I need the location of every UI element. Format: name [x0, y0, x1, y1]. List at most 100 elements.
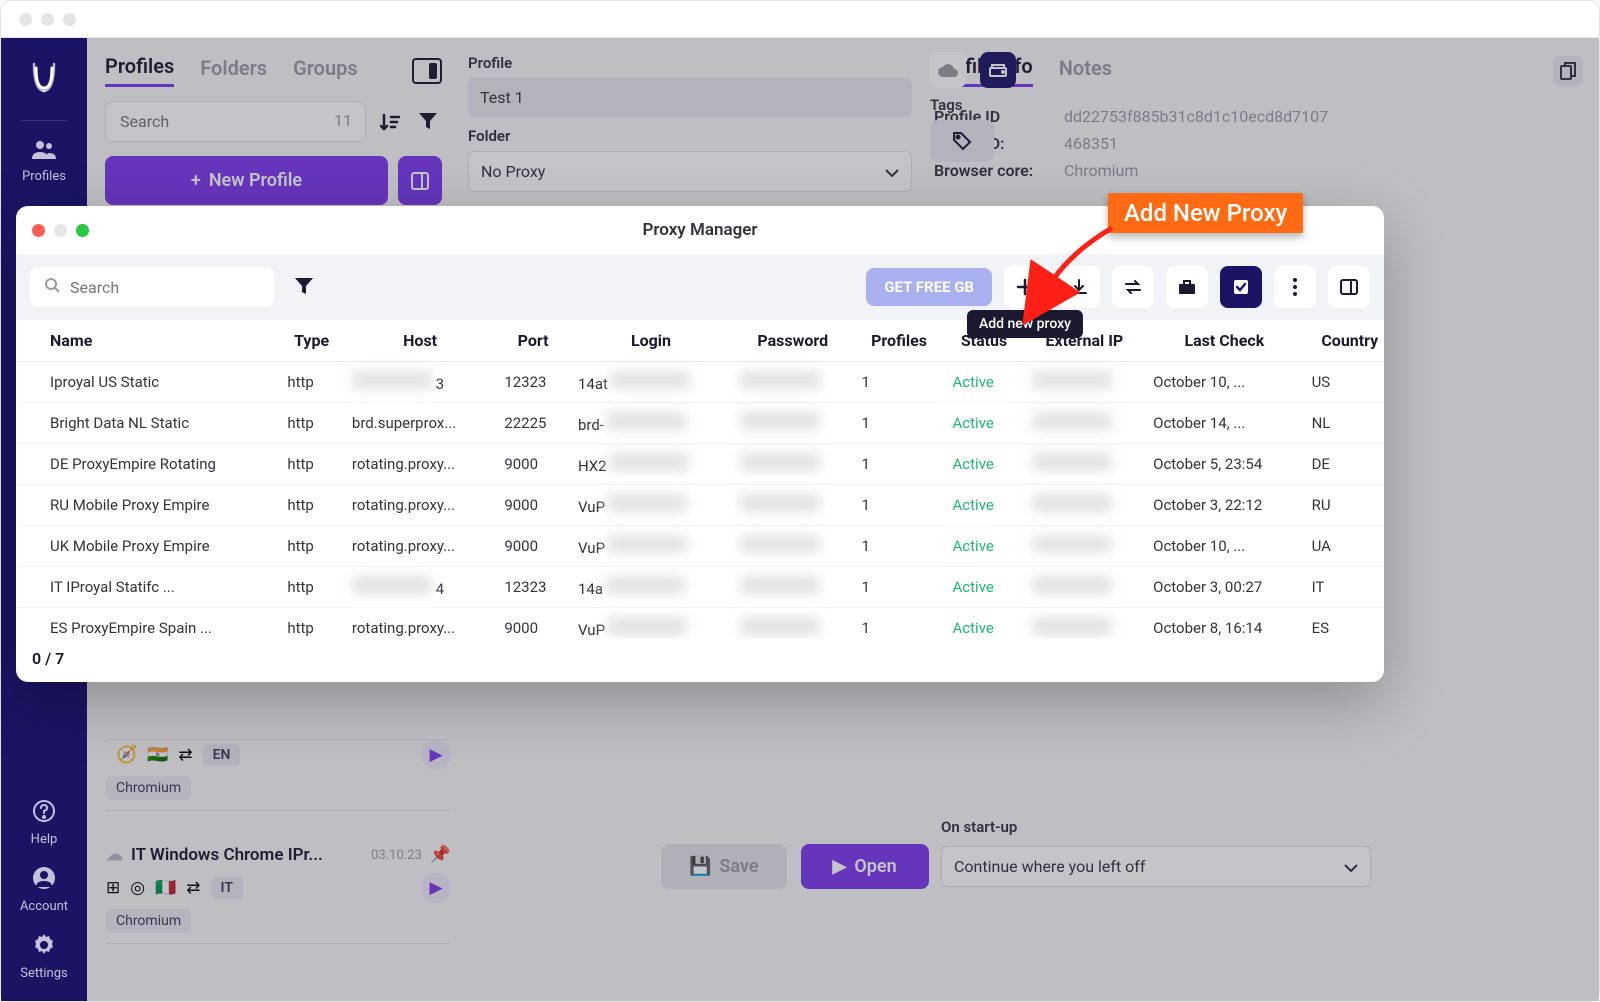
get-free-gb-button[interactable]: GET FREE GB: [866, 268, 992, 306]
modal-min[interactable]: [54, 224, 67, 237]
folder-select[interactable]: No Proxy: [468, 151, 912, 192]
chrome-icon: ◎: [130, 878, 145, 898]
proxy-search-input[interactable]: [70, 278, 273, 297]
help-icon: [33, 800, 55, 828]
annotation-arrow: [1042, 226, 1122, 300]
profile-item[interactable]: 🧭 🇮🇳 ⇄ EN ▶ Chromium: [106, 739, 451, 811]
column-header[interactable]: Login: [570, 320, 732, 362]
cell: [732, 526, 854, 567]
nav-settings[interactable]: Settings: [20, 934, 67, 981]
proxy-row[interactable]: ES ProxyEmpire Spain ...httprotating.pro…: [16, 608, 1384, 640]
layout-toggle-icon[interactable]: [412, 58, 442, 84]
proxy-table: NameTypeHostPortLoginPasswordProfilesSta…: [16, 320, 1384, 639]
cell: Active: [945, 485, 1024, 526]
profile-list-bottom: 🧭 🇮🇳 ⇄ EN ▶ Chromium ☁ IT Windows Chrome…: [106, 709, 451, 944]
proxy-row[interactable]: Bright Data NL Statichttpbrd.superprox..…: [16, 403, 1384, 444]
storage-icon[interactable]: [980, 52, 1016, 88]
nav-label: Help: [31, 832, 58, 847]
safari-icon: 🧭: [116, 745, 137, 765]
collapse-icon[interactable]: [398, 156, 442, 205]
cell: Active: [945, 444, 1024, 485]
proxy-search[interactable]: [30, 267, 274, 307]
column-header[interactable]: Type: [279, 320, 344, 362]
tab-notes[interactable]: Notes: [1059, 56, 1112, 86]
cell: brd-: [570, 403, 732, 444]
cell: IT IProyal Statifc ...: [16, 567, 279, 608]
profile-name: IT Windows Chrome IPr...: [131, 845, 323, 865]
tooltip: Add new proxy: [967, 310, 1083, 338]
search-icon: [44, 277, 60, 297]
column-header[interactable]: Password: [732, 320, 854, 362]
cell: Active: [945, 526, 1024, 567]
nav-help[interactable]: Help: [31, 800, 58, 847]
save-icon: 💾: [689, 856, 711, 877]
column-header[interactable]: Name: [16, 320, 279, 362]
tag-input[interactable]: [930, 120, 994, 162]
cloud-icon[interactable]: [930, 52, 966, 88]
proxy-row[interactable]: Iproyal US Statichttp 31232314at1ActiveO…: [16, 362, 1384, 403]
proxy-row[interactable]: UK Mobile Proxy Empirehttprotating.proxy…: [16, 526, 1384, 567]
nav-profiles[interactable]: Profiles: [22, 139, 66, 184]
play-button[interactable]: ▶: [421, 740, 451, 770]
modal-close[interactable]: [32, 224, 45, 237]
tags-area: Tags: [930, 52, 1016, 168]
save-button[interactable]: 💾 Save: [661, 844, 787, 889]
more-button[interactable]: [1274, 266, 1316, 308]
column-header[interactable]: Last Check: [1145, 320, 1303, 362]
lang-badge: IT: [211, 877, 243, 899]
cell: [1024, 403, 1146, 444]
cell: [1024, 608, 1146, 640]
cell: ES ProxyEmpire Spain ...: [16, 608, 279, 640]
cell: Active: [945, 362, 1024, 403]
cell: [732, 362, 854, 403]
profile-item[interactable]: ☁ IT Windows Chrome IPr... 03.10.23 📌 ⊞ …: [106, 841, 451, 944]
column-header[interactable]: Profiles: [854, 320, 945, 362]
traffic-close[interactable]: [19, 13, 32, 26]
cell: UK Mobile Proxy Empire: [16, 526, 279, 567]
filter-icon[interactable]: [286, 269, 322, 305]
add-proxy-button[interactable]: Add new proxy: [1004, 266, 1046, 308]
column-header[interactable]: Country: [1304, 320, 1384, 362]
tab-groups[interactable]: Groups: [293, 56, 358, 86]
proxy-row[interactable]: DE ProxyEmpire Rotatinghttprotating.prox…: [16, 444, 1384, 485]
nav-label: Profiles: [22, 169, 66, 184]
new-profile-button[interactable]: + New Profile: [105, 156, 388, 205]
copy-icon[interactable]: [1553, 56, 1583, 86]
cell: ES: [1304, 608, 1384, 640]
flag-icon: 🇮🇹: [155, 878, 176, 898]
browser-chip: Chromium: [106, 909, 191, 933]
cell: http: [279, 403, 344, 444]
cell: [732, 444, 854, 485]
profiles-search-input[interactable]: [105, 101, 366, 142]
swap-icon: ⇄: [178, 745, 192, 765]
nav-account[interactable]: Account: [20, 867, 68, 914]
chevron-down-icon: [885, 162, 899, 181]
column-header[interactable]: Host: [344, 320, 496, 362]
column-header[interactable]: Port: [496, 320, 570, 362]
proxy-row[interactable]: IT IProyal Statifc ...http 41232314a1Act…: [16, 567, 1384, 608]
briefcase-button[interactable]: [1166, 266, 1208, 308]
traffic-max[interactable]: [63, 13, 76, 26]
cell: Iproyal US Static: [16, 362, 279, 403]
layout-button[interactable]: [1328, 266, 1370, 308]
cell: October 10, ...: [1145, 362, 1303, 403]
check-button[interactable]: [1220, 266, 1262, 308]
sort-icon[interactable]: [376, 107, 404, 137]
profile-name-field[interactable]: Test 1: [468, 78, 912, 117]
filter-icon[interactable]: [414, 107, 442, 137]
cell: [1024, 567, 1146, 608]
cell: Active: [945, 403, 1024, 444]
open-button[interactable]: ▶ Open: [801, 844, 929, 889]
cell: http: [279, 567, 344, 608]
tab-folders[interactable]: Folders: [200, 56, 267, 86]
cell: October 5, 23:54: [1145, 444, 1303, 485]
cell: RU Mobile Proxy Empire: [16, 485, 279, 526]
cell: NL: [1304, 403, 1384, 444]
play-button[interactable]: ▶: [421, 873, 451, 903]
modal-max[interactable]: [76, 224, 89, 237]
startup-select[interactable]: Continue where you left off: [941, 846, 1371, 887]
proxy-row[interactable]: RU Mobile Proxy Empirehttprotating.proxy…: [16, 485, 1384, 526]
tab-profiles[interactable]: Profiles: [105, 54, 174, 87]
traffic-min[interactable]: [41, 13, 54, 26]
pin-icon: 📌: [430, 845, 451, 865]
